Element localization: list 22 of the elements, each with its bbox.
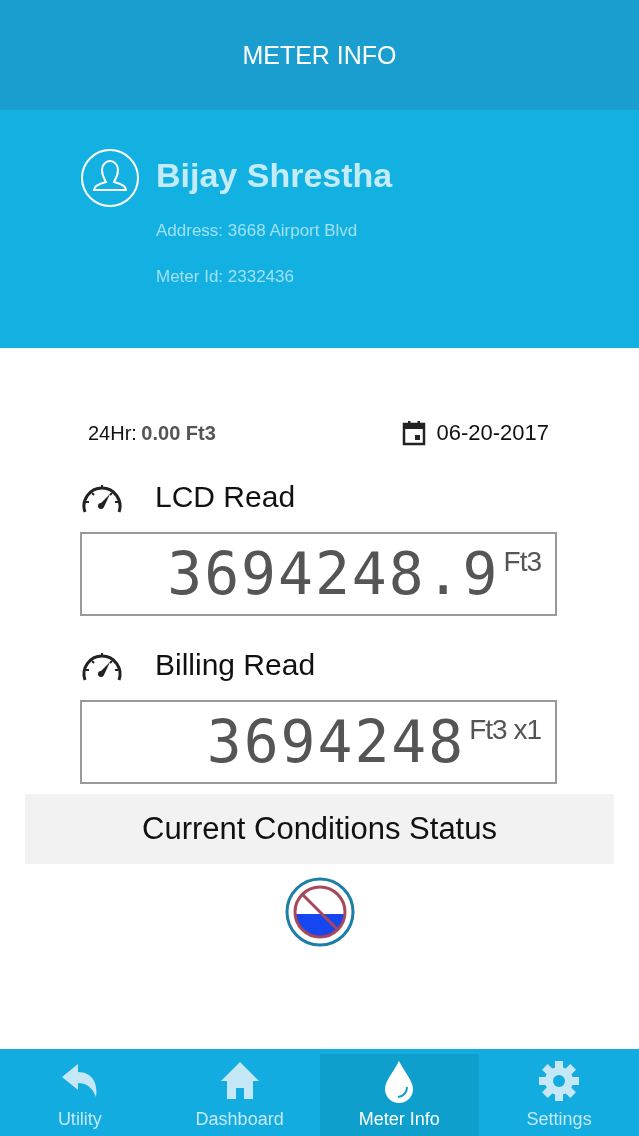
settings-icon: [537, 1059, 582, 1103]
reading-unit: Ft3 x1: [469, 714, 541, 746]
meter-reading: 3694248: [206, 708, 466, 776]
tab-button[interactable]: Utility: [0, 1049, 160, 1136]
tab-button[interactable]: Settings: [479, 1049, 639, 1136]
usage-label: 24Hr:: [88, 421, 137, 444]
reading-unit: Ft3: [503, 546, 541, 578]
screen-title: METER INFO: [242, 40, 397, 70]
reading-date: 06-20-2017: [436, 420, 549, 446]
usage-value: 0.00 Ft3: [141, 421, 216, 444]
reading-title: LCD Read: [155, 480, 296, 514]
calendar-icon: [402, 420, 427, 446]
meter-id-text: Meter Id: 2332436: [156, 267, 295, 287]
reading-title: Billing Read: [155, 648, 316, 682]
tab-button[interactable]: Dashboard: [159, 1049, 320, 1136]
meter-reading: 3694248.9: [167, 540, 500, 608]
no-water-icon: [283, 876, 356, 948]
tab-button[interactable]: Meter Info: [319, 1054, 480, 1136]
user-avatar-icon: [80, 148, 140, 208]
customer-name: Bijay Shrestha: [156, 156, 393, 195]
address-text: Address: 3668 Airport Blvd: [156, 221, 359, 241]
status-heading: Current Conditions Status: [142, 811, 497, 847]
